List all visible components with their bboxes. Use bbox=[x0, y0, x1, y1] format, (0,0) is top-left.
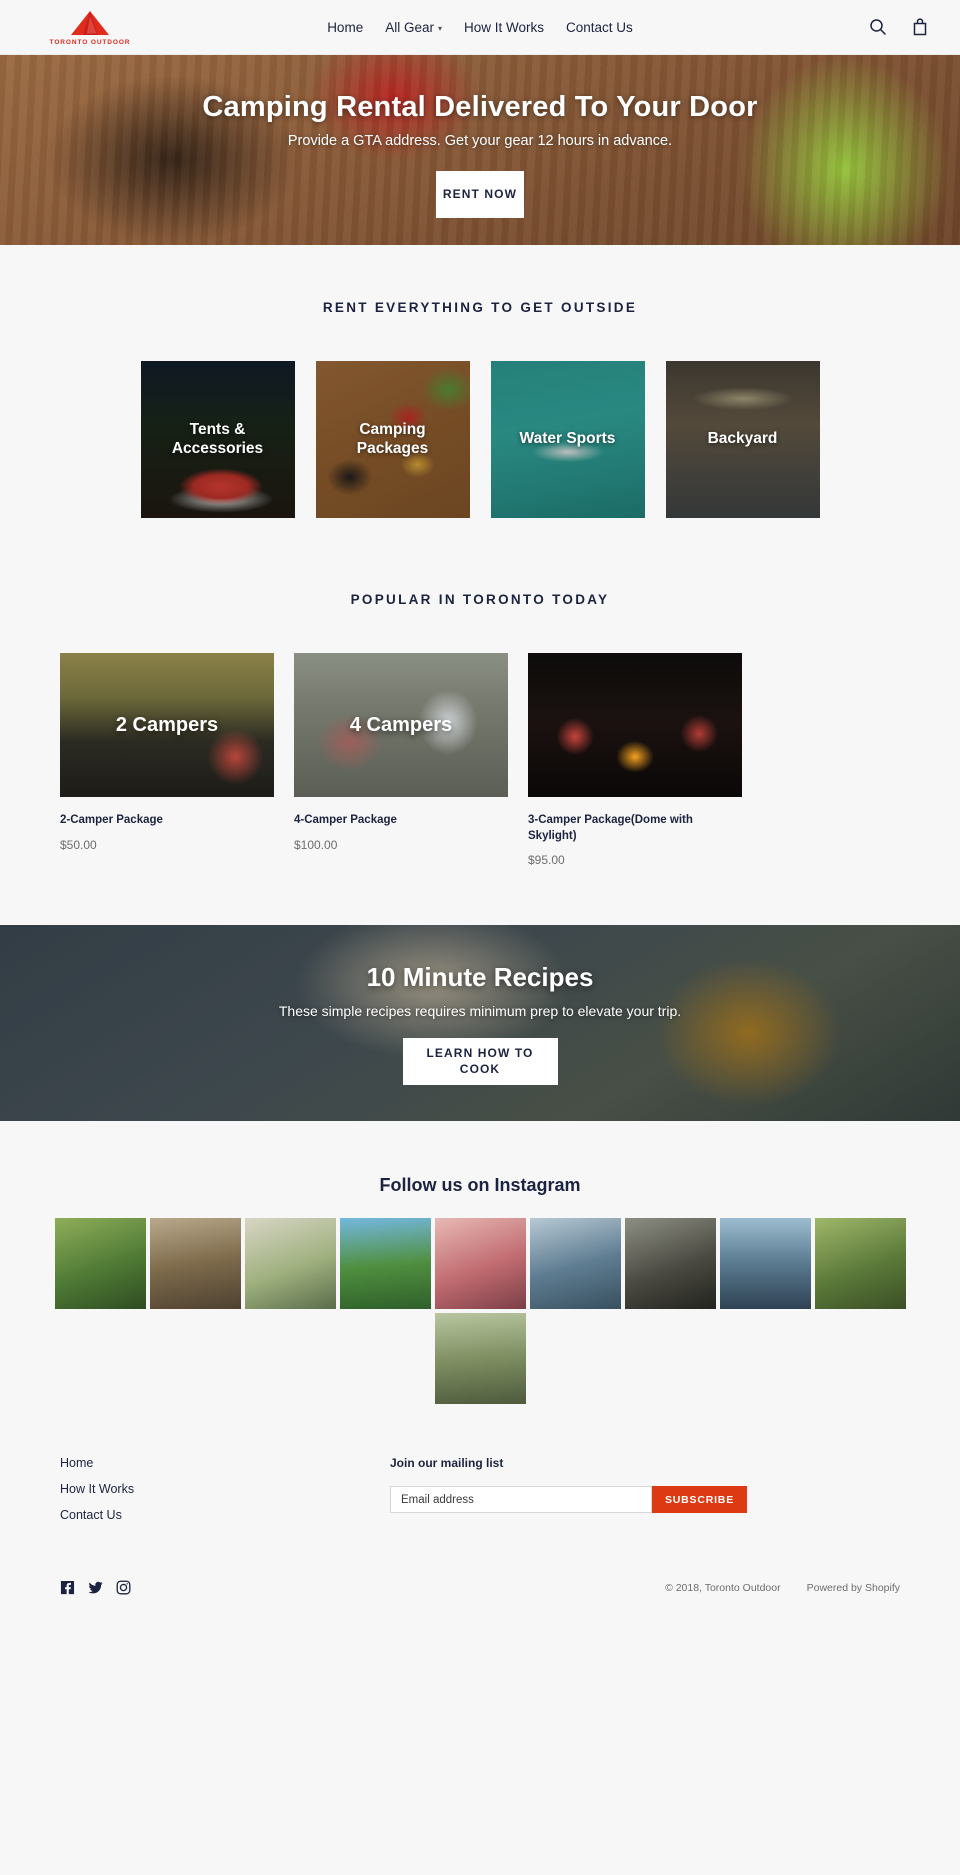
instagram-photo[interactable] bbox=[339, 1218, 431, 1310]
footer-link-home[interactable]: Home bbox=[60, 1456, 390, 1470]
nav-item-all-gear[interactable]: All Gear ▾ bbox=[385, 20, 442, 35]
popular-section: POPULAR IN TORONTO TODAY 2 Campers 2-Cam… bbox=[0, 518, 960, 868]
site-footer: Home How It Works Contact Us Join our ma… bbox=[0, 1404, 960, 1622]
category-label: Tents & Accessories bbox=[171, 420, 264, 457]
nav-label: All Gear bbox=[385, 20, 434, 35]
instagram-photo[interactable] bbox=[814, 1218, 906, 1310]
category-card-tents[interactable]: Tents & Accessories bbox=[140, 361, 295, 518]
product-card[interactable]: 4 Campers 4-Camper Package $100.00 bbox=[294, 653, 508, 867]
product-price: $100.00 bbox=[294, 837, 338, 852]
product-image: 4 Campers bbox=[294, 653, 508, 797]
nav-item-how-it-works[interactable]: How It Works bbox=[464, 20, 544, 35]
nav-label: Home bbox=[327, 20, 364, 35]
recipes-subtitle: These simple recipes requires minimum pr… bbox=[278, 1002, 682, 1019]
categories-section: RENT EVERYTHING TO GET OUTSIDE Tents & A… bbox=[0, 245, 960, 518]
learn-how-to-cook-button[interactable]: LEARN HOW TO COOK bbox=[402, 1037, 558, 1085]
footer-columns: Home How It Works Contact Us Join our ma… bbox=[60, 1456, 900, 1522]
instagram-photo[interactable] bbox=[54, 1218, 146, 1310]
tent-icon bbox=[71, 10, 109, 35]
product-image-label: 4 Campers bbox=[349, 713, 453, 736]
header-icons bbox=[868, 17, 930, 37]
footer-link-contact-us[interactable]: Contact Us bbox=[60, 1508, 390, 1522]
product-image-label: 2 Campers bbox=[115, 713, 219, 736]
category-card-camping-packages[interactable]: Camping Packages bbox=[315, 361, 470, 518]
newsletter-block: Join our mailing list SUBSCRIBE bbox=[390, 1456, 900, 1522]
product-price: $95.00 bbox=[528, 853, 565, 868]
footer-copyright-area: © 2018, Toronto Outdoor Powered by Shopi… bbox=[665, 1582, 900, 1594]
powered-by-link[interactable]: Powered by Shopify bbox=[807, 1582, 900, 1594]
product-card[interactable]: 3-Camper Package(Dome with Skylight) $95… bbox=[528, 653, 742, 867]
logo-text: TORONTO OUTDOOR bbox=[49, 38, 131, 46]
instagram-photo[interactable] bbox=[529, 1218, 621, 1310]
products-grid: 2 Campers 2-Camper Package $50.00 4 Camp… bbox=[0, 653, 960, 867]
category-label: Camping Packages bbox=[356, 420, 429, 457]
hero-banner: Camping Rental Delivered To Your Door Pr… bbox=[0, 55, 960, 245]
product-photo bbox=[528, 653, 742, 797]
product-title: 2-Camper Package bbox=[60, 814, 163, 826]
twitter-icon[interactable] bbox=[88, 1580, 103, 1595]
site-header: TORONTO OUTDOOR Home All Gear ▾ How It W… bbox=[0, 0, 960, 55]
categories-heading: RENT EVERYTHING TO GET OUTSIDE bbox=[322, 300, 638, 315]
subscribe-button[interactable]: SUBSCRIBE bbox=[651, 1486, 747, 1514]
nav-label: Contact Us bbox=[566, 20, 633, 35]
copyright-text: © 2018, Toronto Outdoor bbox=[665, 1581, 781, 1594]
rent-now-button[interactable]: RENT NOW bbox=[435, 170, 524, 218]
instagram-icon[interactable] bbox=[116, 1580, 131, 1595]
instagram-photo[interactable] bbox=[624, 1218, 716, 1310]
category-card-backyard[interactable]: Backyard bbox=[665, 361, 820, 518]
product-image bbox=[528, 653, 742, 797]
instagram-photo[interactable] bbox=[434, 1218, 526, 1310]
instagram-photo[interactable] bbox=[719, 1218, 811, 1310]
social-links bbox=[60, 1580, 131, 1595]
recipes-banner: 10 Minute Recipes These simple recipes r… bbox=[0, 925, 960, 1122]
instagram-grid bbox=[0, 1218, 960, 1405]
site-logo[interactable]: TORONTO OUTDOOR bbox=[30, 9, 150, 46]
instagram-photo[interactable] bbox=[244, 1218, 336, 1310]
instagram-heading: Follow us on Instagram bbox=[379, 1175, 581, 1196]
product-title: 3-Camper Package(Dome with Skylight) bbox=[528, 814, 693, 842]
recipes-title: 10 Minute Recipes bbox=[366, 961, 594, 992]
category-label: Water Sports bbox=[519, 430, 616, 448]
footer-link-how-it-works[interactable]: How It Works bbox=[60, 1482, 390, 1496]
instagram-photo[interactable] bbox=[149, 1218, 241, 1310]
footer-links: Home How It Works Contact Us bbox=[60, 1456, 390, 1522]
categories-grid: Tents & Accessories Camping Packages Wat… bbox=[0, 361, 960, 518]
product-price: $50.00 bbox=[60, 837, 97, 852]
nav-item-contact-us[interactable]: Contact Us bbox=[566, 20, 633, 35]
newsletter-form: SUBSCRIBE bbox=[390, 1486, 747, 1514]
recipes-content: 10 Minute Recipes These simple recipes r… bbox=[279, 962, 681, 1085]
facebook-icon[interactable] bbox=[60, 1580, 75, 1595]
email-field[interactable] bbox=[390, 1486, 652, 1514]
popular-heading: POPULAR IN TORONTO TODAY bbox=[350, 592, 610, 607]
hero-subtitle: Provide a GTA address. Get your gear 12 … bbox=[287, 132, 673, 149]
search-icon[interactable] bbox=[868, 17, 888, 37]
footer-bottom: © 2018, Toronto Outdoor Powered by Shopi… bbox=[60, 1580, 900, 1621]
newsletter-title: Join our mailing list bbox=[390, 1456, 504, 1471]
nav-label: How It Works bbox=[464, 20, 545, 35]
chevron-down-icon: ▾ bbox=[437, 24, 442, 33]
category-card-water-sports[interactable]: Water Sports bbox=[490, 361, 645, 518]
product-card[interactable]: 2 Campers 2-Camper Package $50.00 bbox=[60, 653, 274, 867]
nav-item-home[interactable]: Home bbox=[327, 20, 363, 35]
product-image: 2 Campers bbox=[60, 653, 274, 797]
page-root: TORONTO OUTDOOR Home All Gear ▾ How It W… bbox=[0, 0, 960, 1622]
instagram-section: Follow us on Instagram bbox=[0, 1121, 960, 1405]
hero-content: Camping Rental Delivered To Your Door Pr… bbox=[202, 91, 757, 218]
instagram-photo[interactable] bbox=[434, 1313, 526, 1405]
product-title: 4-Camper Package bbox=[294, 814, 397, 826]
category-label: Backyard bbox=[707, 430, 778, 448]
cart-icon[interactable] bbox=[910, 17, 930, 37]
hero-title: Camping Rental Delivered To Your Door bbox=[202, 90, 758, 123]
